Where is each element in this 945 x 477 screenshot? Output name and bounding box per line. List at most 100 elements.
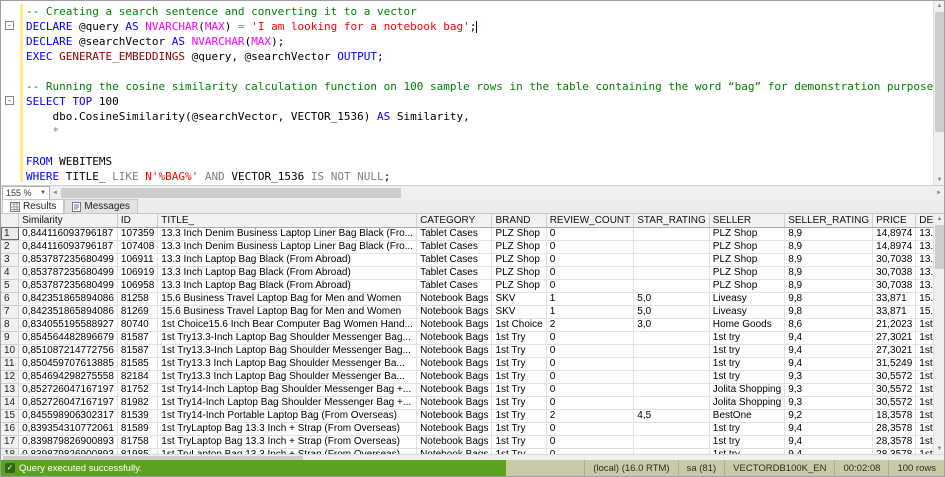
grid-cell[interactable]: 1st Try: [492, 370, 546, 383]
grid-cell[interactable]: Jolita Shopping: [709, 396, 784, 409]
grid-cell[interactable]: 81258: [117, 292, 157, 305]
grid-cell[interactable]: 21,2023: [873, 318, 916, 331]
grid-cell[interactable]: 81587: [117, 344, 157, 357]
grid-cell[interactable]: 0,842351865894086: [19, 305, 118, 318]
grid-cell[interactable]: 27,3021: [873, 344, 916, 357]
grid-cell[interactable]: 1st Try: [492, 331, 546, 344]
grid-cell[interactable]: 28,3578: [873, 435, 916, 448]
grid-cell[interactable]: [634, 253, 710, 266]
table-row[interactable]: 60,8423518658940868125815.6 Business Tra…: [1, 292, 935, 305]
grid-cell[interactable]: 81587: [117, 331, 157, 344]
grid-cell[interactable]: 1st Try: [492, 383, 546, 396]
editor-scroll-thumb[interactable]: [935, 12, 944, 132]
table-row[interactable]: 30,85378723568049910691113.3 Inch Laptop…: [1, 253, 935, 266]
grid-cell[interactable]: [634, 227, 710, 240]
grid-cell[interactable]: 30,7038: [873, 279, 916, 292]
row-number-cell[interactable]: 9: [1, 331, 19, 344]
grid-cell[interactable]: 8,9: [785, 227, 873, 240]
grid-cell[interactable]: 0,842351865894086: [19, 292, 118, 305]
grid-cell[interactable]: 1st Try14-Inch Laptop Bag Shoulder Messe…: [158, 383, 417, 396]
grid-cell[interactable]: 0: [546, 357, 634, 370]
grid-cell[interactable]: 0,854694298275558: [19, 370, 118, 383]
grid-cell[interactable]: 0,839879826900893: [19, 435, 118, 448]
grid-cell[interactable]: Tablet Cases: [417, 227, 492, 240]
editor-horizontal-scrollbar[interactable]: ◄ ►: [50, 186, 944, 200]
grid-cell[interactable]: 13.3 Inch Laptop Bag Black (From Abroad): [158, 266, 417, 279]
grid-cell[interactable]: PLZ Shop: [709, 266, 784, 279]
grid-cell[interactable]: Home Goods: [709, 318, 784, 331]
grid-cell[interactable]: Notebook Bags: [417, 305, 492, 318]
table-row[interactable]: 120,854694298275558821841st Try13.3 Inch…: [1, 370, 935, 383]
grid-cell[interactable]: 33,871: [873, 292, 916, 305]
grid-cell[interactable]: 27,3021: [873, 331, 916, 344]
grid-cell[interactable]: Notebook Bags: [417, 370, 492, 383]
grid-cell[interactable]: 8,6: [785, 318, 873, 331]
grid-cell[interactable]: Notebook Bags: [417, 318, 492, 331]
grid-cell[interactable]: 0,834055195588927: [19, 318, 118, 331]
code-lines[interactable]: -- Creating a search sentence and conver…: [26, 4, 931, 184]
grid-cell[interactable]: 1st try: [709, 331, 784, 344]
grid-cell[interactable]: 3,0: [634, 318, 710, 331]
grid-cell[interactable]: 1st Try: [492, 435, 546, 448]
row-number-cell[interactable]: 11: [1, 357, 19, 370]
grid-cell[interactable]: PLZ Shop: [492, 266, 546, 279]
grid-cell[interactable]: 0: [546, 396, 634, 409]
table-row[interactable]: 150,845598906302317815391st Try14-Inch P…: [1, 409, 935, 422]
row-number-cell[interactable]: 3: [1, 253, 19, 266]
grid-cell[interactable]: 30,5572: [873, 383, 916, 396]
scroll-down-icon[interactable]: ▼: [934, 444, 945, 454]
grid-cell[interactable]: 1st try: [709, 422, 784, 435]
column-header-price[interactable]: PRICE: [873, 214, 916, 227]
grid-cell[interactable]: 1st try: [709, 344, 784, 357]
grid-cell[interactable]: Tablet Cases: [417, 240, 492, 253]
grid-cell[interactable]: 0,851087214772756: [19, 344, 118, 357]
grid-cell[interactable]: 1st Choice: [492, 318, 546, 331]
grid-cell[interactable]: PLZ Shop: [709, 227, 784, 240]
grid-cell[interactable]: 9,4: [785, 422, 873, 435]
grid-cell[interactable]: 0: [546, 253, 634, 266]
row-number-cell[interactable]: 14: [1, 396, 19, 409]
grid-cell[interactable]: 0,853787235680499: [19, 266, 118, 279]
grid-cell[interactable]: 30,5572: [873, 396, 916, 409]
row-number-cell[interactable]: 15: [1, 409, 19, 422]
grid-corner-cell[interactable]: [1, 214, 19, 227]
grid-cell[interactable]: Liveasy: [709, 305, 784, 318]
grid-cell[interactable]: 9,2: [785, 409, 873, 422]
grid-cell[interactable]: 8,9: [785, 266, 873, 279]
row-number-cell[interactable]: 16: [1, 422, 19, 435]
grid-cell[interactable]: 9,8: [785, 305, 873, 318]
editor-hscroll-thumb[interactable]: [61, 188, 401, 198]
grid-cell[interactable]: 106911: [117, 253, 157, 266]
fold-collapse-icon[interactable]: -: [5, 21, 14, 30]
column-header-category[interactable]: CATEGORY: [417, 214, 492, 227]
grid-cell[interactable]: 8,9: [785, 279, 873, 292]
column-header-seller-rating[interactable]: SELLER_RATING: [785, 214, 873, 227]
grid-cell[interactable]: 81758: [117, 435, 157, 448]
grid-cell[interactable]: 9,4: [785, 435, 873, 448]
grid-cell[interactable]: 9,3: [785, 396, 873, 409]
grid-cell[interactable]: Notebook Bags: [417, 409, 492, 422]
table-row[interactable]: 50,85378723568049910695813.3 Inch Laptop…: [1, 279, 935, 292]
grid-cell[interactable]: Liveasy: [709, 292, 784, 305]
grid-cell[interactable]: [634, 266, 710, 279]
grid-cell[interactable]: 1st Try: [492, 396, 546, 409]
grid-cell[interactable]: PLZ Shop: [492, 279, 546, 292]
grid-cell[interactable]: BestOne: [709, 409, 784, 422]
grid-cell[interactable]: 1: [546, 305, 634, 318]
grid-cell[interactable]: 2: [546, 409, 634, 422]
fold-collapse-icon[interactable]: -: [5, 96, 14, 105]
grid-cell[interactable]: 0: [546, 331, 634, 344]
row-number-cell[interactable]: 10: [1, 344, 19, 357]
grid-cell[interactable]: 1: [546, 292, 634, 305]
grid-cell[interactable]: [634, 422, 710, 435]
grid-cell[interactable]: 1st try: [709, 370, 784, 383]
grid-cell[interactable]: PLZ Shop: [492, 240, 546, 253]
table-row[interactable]: 90,854564482896679815871st Try13.3-Inch …: [1, 331, 935, 344]
grid-cell[interactable]: PLZ Shop: [492, 227, 546, 240]
grid-cell[interactable]: 81752: [117, 383, 157, 396]
grid-cell[interactable]: 1st Try13.3 Inch Laptop Bag Shoulder Mes…: [158, 357, 417, 370]
grid-cell[interactable]: 80740: [117, 318, 157, 331]
row-number-cell[interactable]: 12: [1, 370, 19, 383]
grid-cell[interactable]: 0: [546, 344, 634, 357]
row-number-cell[interactable]: 17: [1, 435, 19, 448]
